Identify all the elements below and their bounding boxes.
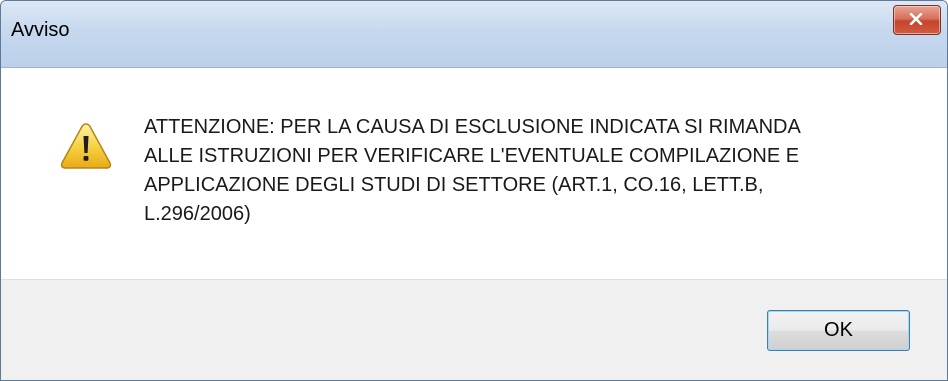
warning-icon (60, 123, 112, 169)
close-icon (909, 13, 923, 25)
ok-button[interactable]: OK (767, 310, 910, 351)
message-line: L.296/2006) (144, 203, 251, 225)
message-text: ATTENZIONE: PER LA CAUSA DI ESCLUSIONE I… (144, 113, 904, 229)
dialog-window: Avviso ATTENZIONE: PER LA CAUSA DI ESCLU… (0, 0, 948, 381)
button-bar: OK (1, 279, 947, 380)
dialog-title: Avviso (11, 19, 70, 41)
message-line: APPLICAZIONE DEGLI STUDI DI SETTORE (ART… (144, 174, 764, 196)
message-line: ATTENZIONE: PER LA CAUSA DI ESCLUSIONE I… (144, 116, 801, 138)
title-bar[interactable]: Avviso (1, 1, 947, 68)
message-line: ALLE ISTRUZIONI PER VERIFICARE L'EVENTUA… (144, 145, 800, 167)
close-button[interactable] (893, 5, 941, 35)
dialog-content: ATTENZIONE: PER LA CAUSA DI ESCLUSIONE I… (1, 68, 947, 279)
